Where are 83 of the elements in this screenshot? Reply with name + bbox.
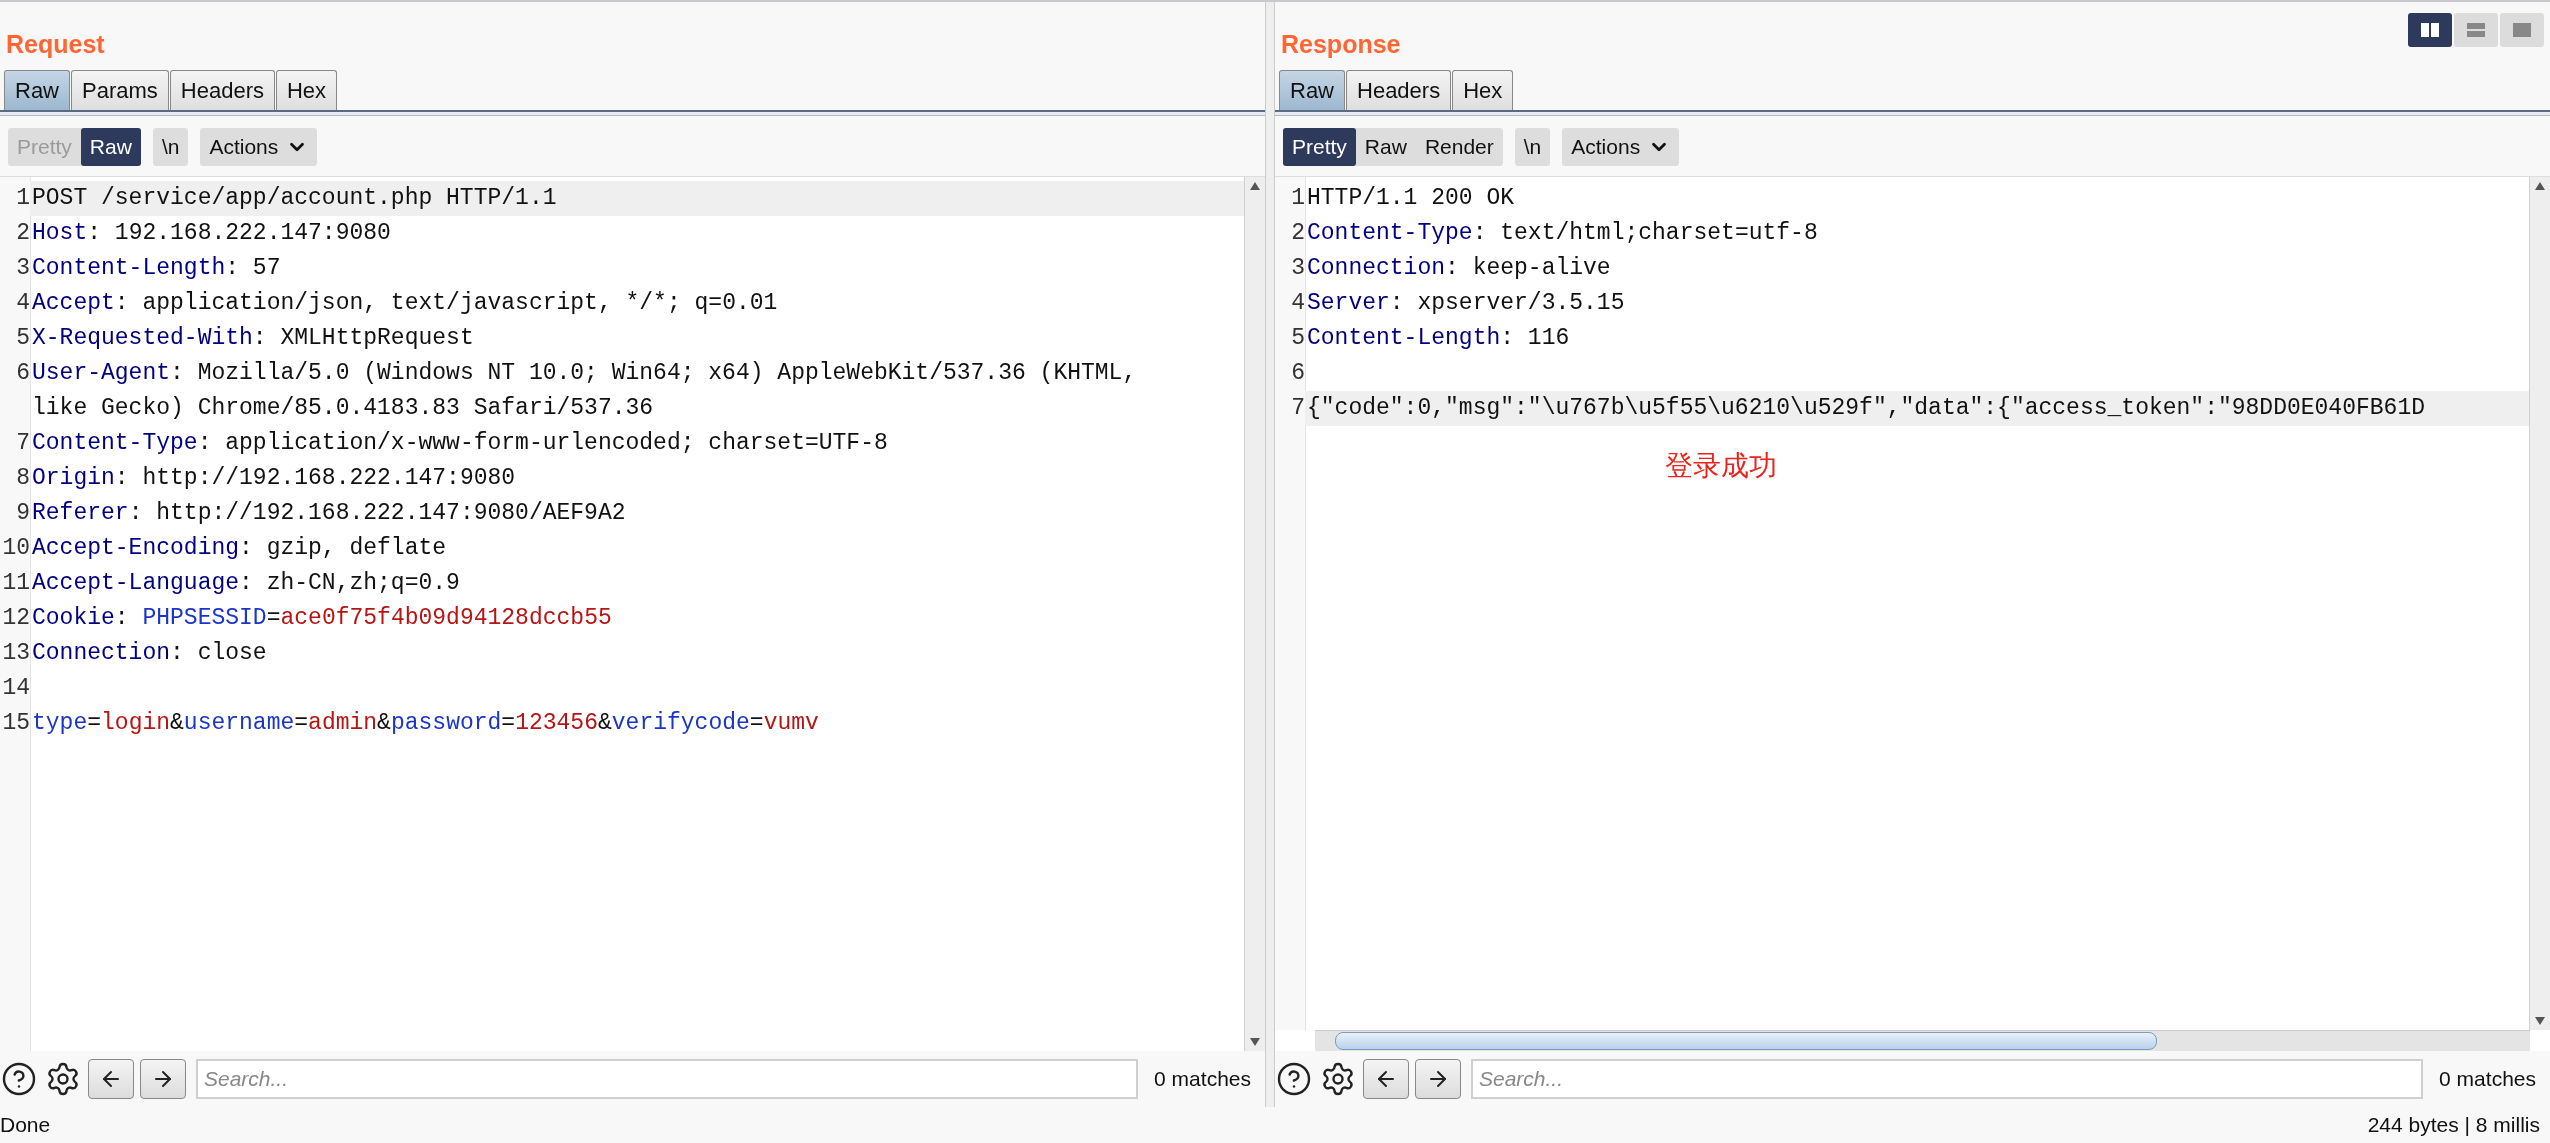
- line-number: 3: [1290, 254, 1305, 283]
- status-text: 244 bytes | 8 millis: [2367, 1113, 2540, 1137]
- line-number: 5: [1290, 324, 1305, 353]
- line-number: 7: [15, 429, 30, 458]
- code-line: Content-Type: text/html;charset=utf-8: [1306, 219, 1819, 248]
- line-number: 4: [1290, 289, 1305, 318]
- stacked-panes-icon: [2466, 21, 2486, 39]
- line-number: 7: [1290, 394, 1305, 423]
- vertical-scrollbar[interactable]: [1244, 177, 1265, 1051]
- line-number: 13: [1, 639, 30, 668]
- line-number: 12: [1, 604, 30, 633]
- layout-button[interactable]: [2408, 13, 2452, 47]
- tab[interactable]: Hex: [275, 70, 338, 110]
- line-number: 8: [15, 464, 30, 493]
- view-mode-button[interactable]: Render: [1415, 128, 1503, 166]
- next-button[interactable]: [1415, 1059, 1461, 1099]
- code-line: Connection: keep-alive: [1306, 254, 1612, 283]
- annotation-text: 登录成功: [1665, 448, 1777, 484]
- search-field[interactable]: Search...: [1471, 1059, 2424, 1099]
- code-line: Referer: http://192.168.222.147:9080/AEF9A2: [31, 499, 627, 528]
- code-line: X-Requested-With: XMLHttpRequest: [31, 324, 475, 353]
- line-number: 1: [15, 184, 30, 213]
- code-line: Accept-Encoding: gzip, deflate: [31, 534, 448, 563]
- actions-button[interactable]: Actions: [200, 128, 318, 166]
- tab[interactable]: Headers: [169, 70, 275, 110]
- code-line: Content-Type: application/x-www-form-urlencoded; charset=UTF-8: [31, 429, 889, 458]
- settings-icon[interactable]: [1320, 1061, 1356, 1097]
- scroll-down-icon: [1250, 1038, 1260, 1046]
- line-number: 6: [1290, 359, 1305, 388]
- help-icon[interactable]: [1, 1061, 37, 1097]
- actions-button[interactable]: Actions: [1562, 128, 1680, 166]
- tab[interactable]: Headers: [1346, 70, 1452, 110]
- code-line: Accept-Language: zh-CN,zh;q=0.9: [31, 569, 461, 598]
- previous-button[interactable]: [88, 1059, 134, 1099]
- line-number: 6: [15, 359, 30, 388]
- single-pane-icon: [2512, 21, 2532, 39]
- line-number: 9: [15, 499, 30, 528]
- match-count: 0 matches: [1153, 1067, 1252, 1091]
- code-line: User-Agent: Mozilla/5.0 (Windows NT 10.0; Win64; x64) AppleWebKit/537.36 (KHTML, like Gecko) Chrome/85.0.4183.83 Safari/537.36: [31, 359, 1138, 423]
- newline-button[interactable]: \n: [152, 128, 189, 166]
- newline-button[interactable]: \n: [1514, 128, 1551, 166]
- line-number: 5: [15, 324, 30, 353]
- horizontal-scrollbar[interactable]: [1315, 1030, 2530, 1051]
- line-number: 4: [15, 289, 30, 318]
- line-number: 10: [1, 534, 30, 563]
- line-number: 3: [15, 254, 30, 283]
- view-mode-button[interactable]: Pretty: [1283, 128, 1356, 166]
- view-mode-button[interactable]: Raw: [1355, 128, 1416, 166]
- help-icon[interactable]: [1276, 1061, 1312, 1097]
- code-line: Server: xpserver/3.5.15: [1306, 289, 1626, 318]
- pane-title: Request: [6, 29, 105, 59]
- scroll-up-icon: [1250, 182, 1260, 190]
- code-line: Accept: application/json, text/javascript, */*; q=0.01: [31, 289, 779, 318]
- settings-icon[interactable]: [45, 1061, 81, 1097]
- code-line: Content-Length: 57: [31, 254, 282, 283]
- line-number: 2: [1290, 219, 1305, 248]
- line-number: 1: [1290, 184, 1305, 213]
- code-line: Origin: http://192.168.222.147:9080: [31, 464, 517, 493]
- line-number: 2: [15, 219, 30, 248]
- code-line: HTTP/1.1 200 OK: [1306, 184, 1516, 213]
- side-by-side-panes-icon: [2420, 21, 2440, 39]
- tab[interactable]: Params: [71, 70, 169, 110]
- code-line: Connection: close: [31, 639, 268, 668]
- tab[interactable]: Raw: [1279, 70, 1345, 110]
- scroll-up-icon: [2535, 182, 2545, 190]
- match-count: 0 matches: [2438, 1067, 2537, 1091]
- code-line: Cookie: PHPSESSID=ace0f75f4b09d94128dccb55: [31, 604, 613, 633]
- vertical-scrollbar[interactable]: [2529, 177, 2550, 1030]
- code-line: type=login&username=admin&password=123456&verifycode=vumv: [31, 709, 820, 738]
- code-line: Content-Length: 116: [1306, 324, 1571, 353]
- code-line: Host: 192.168.222.147:9080: [31, 219, 392, 248]
- status-text: Done: [0, 1113, 51, 1137]
- tab[interactable]: Hex: [1452, 70, 1514, 110]
- line-number: 15: [1, 709, 30, 738]
- line-number: 14: [1, 674, 30, 703]
- pane-title: Response: [1281, 29, 1401, 59]
- view-mode-button[interactable]: Raw: [80, 128, 141, 166]
- scroll-down-icon: [2535, 1017, 2545, 1025]
- previous-button[interactable]: [1363, 1059, 1409, 1099]
- line-number: 11: [1, 569, 30, 598]
- search-field[interactable]: Search...: [196, 1059, 1139, 1099]
- next-button[interactable]: [140, 1059, 186, 1099]
- tab[interactable]: Raw: [4, 70, 70, 110]
